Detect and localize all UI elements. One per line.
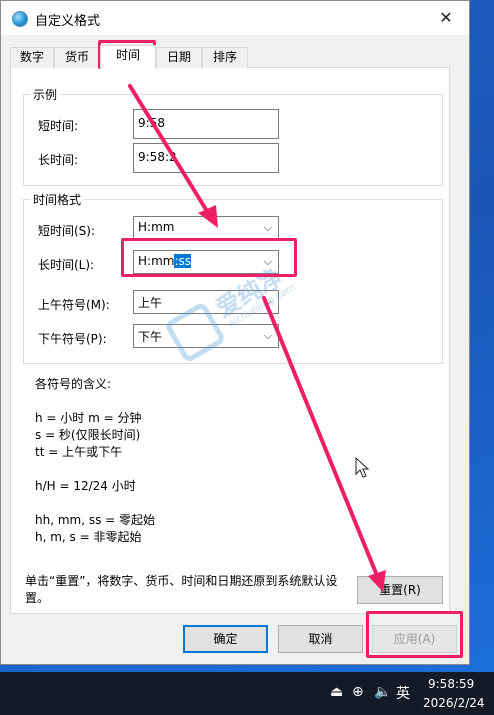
legend-line: h/H = 12/24 小时 — [35, 479, 136, 493]
example-short-label: 短时间: — [38, 119, 79, 133]
clock-time[interactable]: 9:58:59 — [428, 677, 474, 691]
long-time-label: 长时间(L): — [38, 258, 95, 272]
close-button[interactable]: ✕ — [423, 1, 469, 35]
long-time-value: H:mm — [138, 254, 175, 268]
legend-line: tt = 上午或下午 — [35, 445, 123, 459]
usb-icon[interactable]: ⏏ — [330, 684, 343, 700]
short-time-value: H:mm — [138, 220, 175, 234]
tab-date[interactable]: 日期 — [156, 47, 202, 68]
example-group-title: 示例 — [30, 86, 61, 103]
legend-line: h = 小时 m = 分钟 — [35, 411, 142, 425]
example-group: 示例 短时间: 9:58 长时间: 9:58:2 — [23, 86, 443, 186]
pm-symbol-label: 下午符号(P): — [38, 332, 107, 346]
legend-line: hh, mm, ss = 零起始 — [35, 513, 156, 527]
globe-icon — [12, 11, 28, 27]
ok-button[interactable]: 确定 — [183, 625, 268, 653]
ime-indicator[interactable]: 英 — [396, 683, 410, 703]
reset-note-line2: 置。 — [25, 591, 50, 605]
example-long-label: 长时间: — [38, 153, 79, 167]
tab-currency[interactable]: 货币 — [54, 47, 100, 68]
title-bar: 自定义格式 ✕ — [1, 1, 469, 35]
tab-number[interactable]: 数字 — [10, 47, 54, 68]
tab-bar: 数字 货币 时间 日期 排序 — [10, 45, 450, 69]
pm-symbol-value: 下午 — [138, 330, 163, 344]
example-short-time: 9:58 — [133, 109, 279, 139]
tab-time[interactable]: 时间 — [100, 45, 156, 69]
clock-date[interactable]: 2026/2/24 — [423, 696, 485, 710]
cancel-button[interactable]: 取消 — [278, 625, 363, 653]
network-icon[interactable]: ⊕ — [352, 684, 364, 700]
apply-button: 应用(A) — [372, 625, 457, 653]
dialog-title: 自定义格式 — [35, 14, 101, 29]
tab-sort[interactable]: 排序 — [202, 47, 248, 68]
taskbar: ⏏ ⊕ 🔈 英 9:58:59 2026/2/24 — [0, 672, 494, 715]
short-time-label: 短时间(S): — [38, 224, 96, 238]
legend-line: h, m, s = 非零起始 — [35, 530, 142, 544]
legend-line: s = 秒(仅限长时间) — [35, 428, 141, 442]
volume-muted-icon[interactable]: 🔈 — [374, 684, 391, 700]
legend-heading: 各符号的含义: — [35, 377, 112, 391]
time-format-group-title: 时间格式 — [30, 191, 85, 208]
example-long-time: 9:58:2 — [133, 143, 279, 173]
am-symbol-label: 上午符号(M): — [38, 298, 110, 312]
reset-button[interactable]: 重置(R) — [357, 576, 443, 604]
reset-note-line1: 单击“重置”，将数字、货币、时间和日期还原到系统默认设 — [25, 574, 338, 588]
